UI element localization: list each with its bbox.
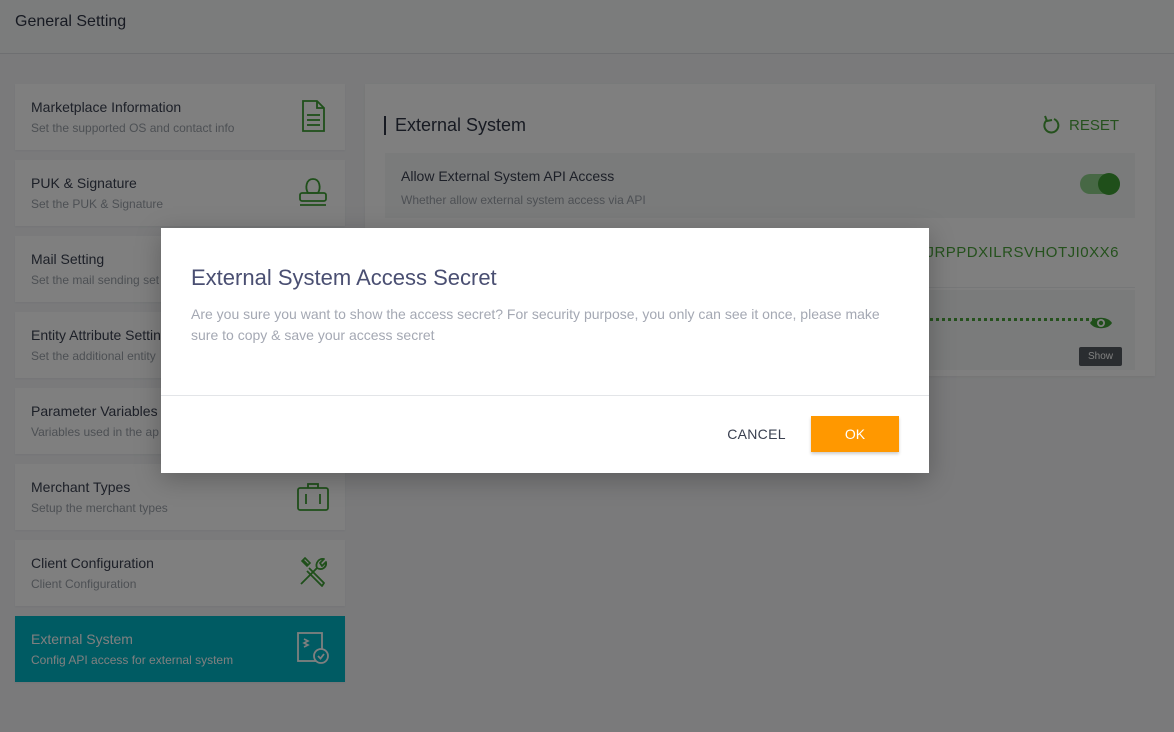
access-secret-dialog: External System Access Secret Are you su… [161,228,929,473]
ok-button[interactable]: OK [811,416,899,452]
dialog-divider [161,395,929,396]
dialog-message: Are you sure you want to show the access… [191,306,880,343]
dialog-title: External System Access Secret [191,265,497,290]
cancel-button[interactable]: CANCEL [709,416,804,452]
